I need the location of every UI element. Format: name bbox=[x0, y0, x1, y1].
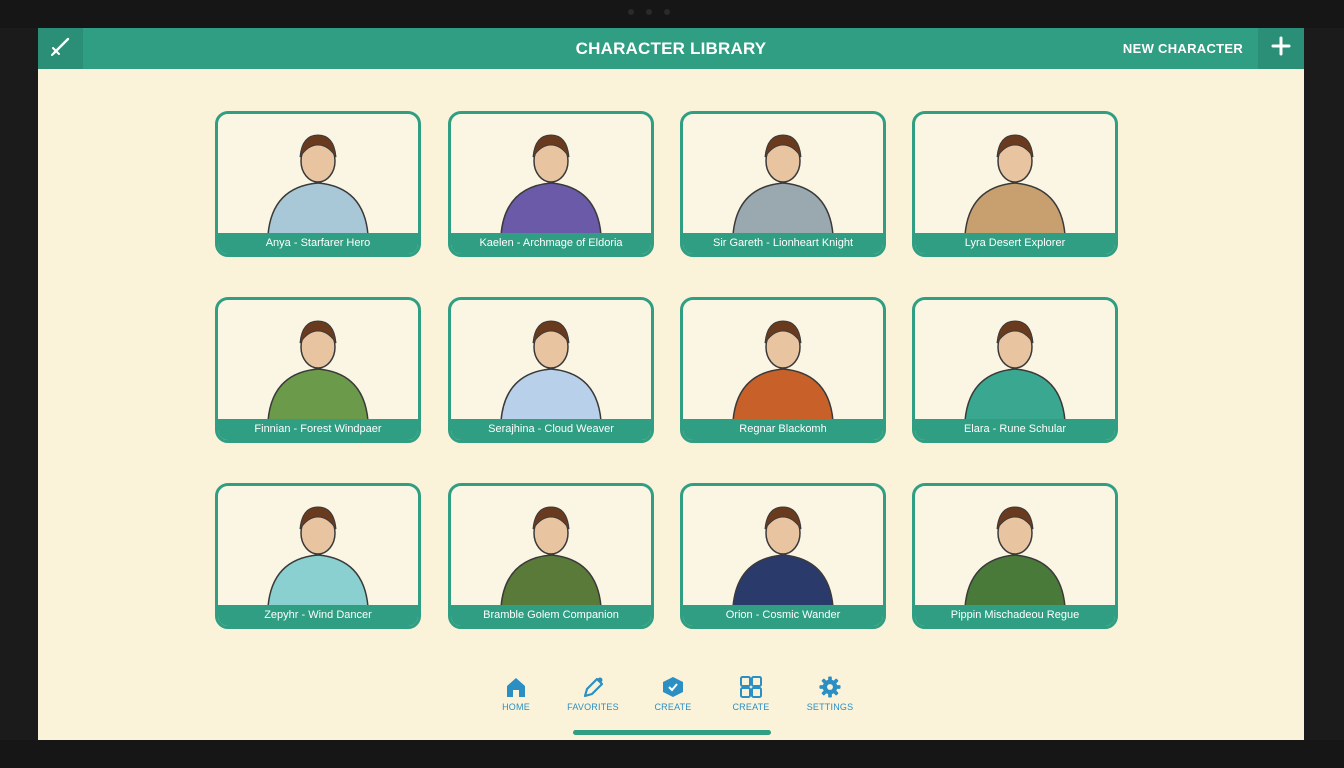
character-name: Lyra Desert Explorer bbox=[915, 233, 1115, 254]
character-name: Pippin Mischadeou Regue bbox=[915, 605, 1115, 626]
character-card[interactable]: Finnian - Forest Windpaer bbox=[215, 297, 421, 443]
sensor-dot bbox=[628, 9, 634, 15]
character-name: Sir Gareth - Lionheart Knight bbox=[683, 233, 883, 254]
character-card[interactable]: Serajhina - Cloud Weaver bbox=[448, 297, 654, 443]
character-portrait bbox=[919, 117, 1111, 235]
character-card[interactable]: Elara - Rune Schular bbox=[912, 297, 1118, 443]
new-character-button[interactable]: NEW CHARACTER bbox=[1108, 28, 1258, 69]
character-portrait bbox=[687, 117, 879, 235]
top-bar: CHARACTER LIBRARY NEW CHARACTER bbox=[38, 28, 1304, 69]
character-portrait bbox=[455, 117, 647, 235]
character-name: Bramble Golem Companion bbox=[451, 605, 651, 626]
home-indicator[interactable] bbox=[573, 730, 771, 735]
favorites-icon bbox=[558, 676, 628, 698]
camera-dot bbox=[664, 9, 670, 15]
character-portrait bbox=[222, 303, 414, 421]
character-card[interactable]: Kaelen - Archmage of Eldoria bbox=[448, 111, 654, 257]
nav-label: SETTINGS bbox=[806, 702, 854, 712]
character-card[interactable]: Sir Gareth - Lionheart Knight bbox=[680, 111, 886, 257]
character-portrait bbox=[455, 303, 647, 421]
character-card[interactable]: Bramble Golem Companion bbox=[448, 483, 654, 629]
gear-icon bbox=[795, 676, 865, 698]
nav-favorites[interactable]: FAVORITES bbox=[558, 676, 628, 718]
device-bezel-top bbox=[0, 0, 1344, 28]
character-card[interactable]: Orion - Cosmic Wander bbox=[680, 483, 886, 629]
add-character-button[interactable] bbox=[1258, 28, 1304, 69]
character-name: Elara - Rune Schular bbox=[915, 419, 1115, 440]
character-card[interactable]: Pippin Mischadeou Regue bbox=[912, 483, 1118, 629]
create-icon bbox=[638, 676, 708, 698]
plus-icon bbox=[1271, 36, 1291, 61]
portrait-illustration bbox=[222, 303, 414, 421]
nav-create-grid[interactable]: CREATE bbox=[716, 676, 786, 718]
character-card[interactable]: Zepyhr - Wind Dancer bbox=[215, 483, 421, 629]
character-card[interactable]: Lyra Desert Explorer bbox=[912, 111, 1118, 257]
nav-create[interactable]: CREATE bbox=[638, 676, 708, 718]
character-name: Orion - Cosmic Wander bbox=[683, 605, 883, 626]
device-bezel-bottom bbox=[0, 740, 1344, 768]
nav-label: CREATE bbox=[732, 702, 770, 712]
home-icon bbox=[481, 676, 551, 698]
nav-label: CREATE bbox=[654, 702, 692, 712]
portrait-illustration bbox=[919, 303, 1111, 421]
grid-icon bbox=[716, 676, 786, 698]
sword-icon bbox=[50, 35, 72, 62]
portrait-illustration bbox=[919, 117, 1111, 235]
character-name: Anya - Starfarer Hero bbox=[218, 233, 418, 254]
character-name: Regnar Blackomh bbox=[683, 419, 883, 440]
nav-home[interactable]: HOME bbox=[481, 676, 551, 718]
portrait-illustration bbox=[919, 489, 1111, 607]
character-name: Serajhina - Cloud Weaver bbox=[451, 419, 651, 440]
app-screen: CHARACTER LIBRARY NEW CHARACTER Anya - S… bbox=[38, 28, 1304, 740]
character-name: Zepyhr - Wind Dancer bbox=[218, 605, 418, 626]
portrait-illustration bbox=[455, 303, 647, 421]
character-portrait bbox=[455, 489, 647, 607]
character-card[interactable]: Anya - Starfarer Hero bbox=[215, 111, 421, 257]
portrait-illustration bbox=[687, 117, 879, 235]
portrait-illustration bbox=[687, 303, 879, 421]
sensor-dot bbox=[646, 9, 652, 15]
menu-button[interactable] bbox=[38, 28, 83, 69]
character-portrait bbox=[687, 303, 879, 421]
character-portrait bbox=[919, 489, 1111, 607]
character-portrait bbox=[687, 489, 879, 607]
character-portrait bbox=[222, 489, 414, 607]
nav-label: HOME bbox=[502, 702, 530, 712]
character-name: Finnian - Forest Windpaer bbox=[218, 419, 418, 440]
nav-label: FAVORITES bbox=[567, 702, 619, 712]
portrait-illustration bbox=[687, 489, 879, 607]
character-card[interactable]: Regnar Blackomh bbox=[680, 297, 886, 443]
portrait-illustration bbox=[222, 117, 414, 235]
character-portrait bbox=[919, 303, 1111, 421]
nav-settings[interactable]: SETTINGS bbox=[795, 676, 865, 718]
portrait-illustration bbox=[455, 489, 647, 607]
character-portrait bbox=[222, 117, 414, 235]
portrait-illustration bbox=[455, 117, 647, 235]
portrait-illustration bbox=[222, 489, 414, 607]
character-name: Kaelen - Archmage of Eldoria bbox=[451, 233, 651, 254]
